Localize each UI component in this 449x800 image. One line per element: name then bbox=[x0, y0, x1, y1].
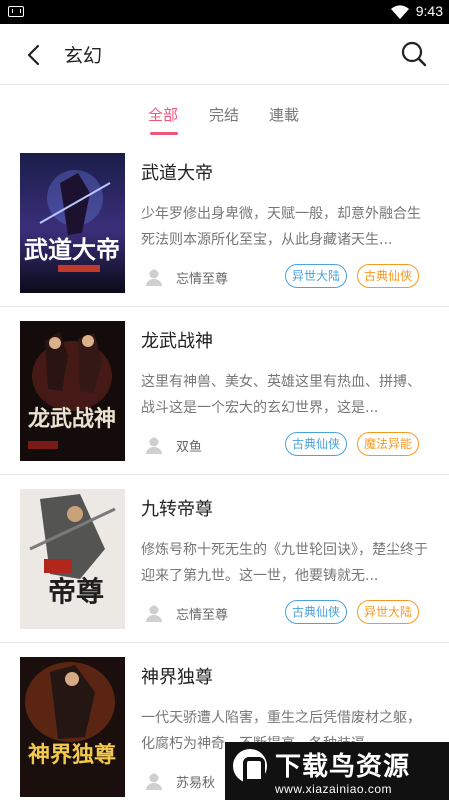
active-tab-indicator bbox=[150, 132, 178, 135]
book-tag[interactable]: 异世大陆 bbox=[357, 600, 420, 624]
cover-title-text: 帝尊 bbox=[48, 575, 104, 608]
author-avatar-icon bbox=[146, 605, 162, 622]
book-title: 龙武战神 bbox=[141, 331, 213, 352]
book-item[interactable]: 武道大帝 武道大帝 少年罗修出身卑微，天赋一般，却意外融合生死法则本源所化至宝，… bbox=[0, 139, 449, 307]
book-title: 九转帝尊 bbox=[141, 499, 213, 520]
wifi-icon bbox=[391, 5, 409, 19]
book-description: 少年罗修出身卑微，天赋一般，却意外融合生死法则本源所化至宝，从此身藏诸天生... bbox=[141, 206, 421, 248]
watermark-logo-icon bbox=[233, 749, 267, 783]
cover-title-text: 武道大帝 bbox=[24, 235, 120, 264]
tab-all[interactable]: 全部 bbox=[148, 104, 178, 125]
book-author: 忘情至尊 bbox=[176, 272, 229, 287]
book-author: 双鱼 bbox=[176, 440, 203, 455]
app-bar: 玄幻 bbox=[0, 24, 449, 85]
search-icon bbox=[401, 41, 427, 67]
status-time: 9:43 bbox=[415, 3, 443, 19]
book-tag[interactable]: 古典仙侠 bbox=[285, 432, 348, 456]
watermark-url: www.xiazainiao.com bbox=[275, 782, 393, 796]
book-tag[interactable]: 异世大陆 bbox=[285, 264, 348, 288]
book-item[interactable]: 龙武战神 龙武战神 这里有神兽、美女、英雄这里有热血、拼搏、战斗这是一个宏大的玄… bbox=[0, 307, 449, 475]
watermark-banner: 下载鸟资源 www.xiazainiao.com bbox=[225, 742, 449, 800]
cover-title-text: 神界独尊 bbox=[28, 742, 116, 768]
book-title: 武道大帝 bbox=[141, 163, 213, 184]
book-description: 修炼号称十死无生的《九世轮回诀》，楚尘终于迎来了第九世。这一世，他要铸就无... bbox=[141, 542, 428, 584]
tab-serializing[interactable]: 連載 bbox=[269, 104, 299, 125]
book-tag[interactable]: 魔法异能 bbox=[357, 432, 420, 456]
author-avatar-icon bbox=[146, 269, 162, 286]
book-cover: 龙武战神 bbox=[20, 321, 125, 461]
watermark-title: 下载鸟资源 bbox=[275, 752, 411, 782]
book-tag[interactable]: 古典仙侠 bbox=[357, 264, 420, 288]
book-cover: 武道大帝 bbox=[20, 153, 125, 293]
cover-title-text: 龙武战神 bbox=[28, 406, 116, 432]
author-avatar-icon bbox=[146, 437, 162, 454]
sim-card-icon bbox=[8, 6, 24, 17]
search-button[interactable] bbox=[399, 39, 429, 69]
book-author: 苏易秋 bbox=[176, 776, 216, 791]
category-tabs: 全部 完结 連載 bbox=[0, 98, 449, 138]
back-arrow-icon bbox=[27, 44, 40, 66]
author-avatar-icon bbox=[146, 773, 162, 790]
page-title: 玄幻 bbox=[64, 45, 103, 67]
back-button[interactable] bbox=[18, 39, 50, 71]
book-author: 忘情至尊 bbox=[176, 608, 229, 623]
book-cover: 神界独尊 bbox=[20, 657, 125, 797]
book-title: 神界独尊 bbox=[141, 667, 213, 688]
status-bar: 9:43 bbox=[0, 0, 449, 24]
book-description: 这里有神兽、美女、英雄这里有热血、拼搏、战斗这是一个宏大的玄幻世界，这是... bbox=[141, 374, 421, 416]
book-cover: 帝尊 bbox=[20, 489, 125, 629]
tab-completed[interactable]: 完结 bbox=[209, 104, 239, 125]
book-item[interactable]: 帝尊 九转帝尊 修炼号称十死无生的《九世轮回诀》，楚尘终于迎来了第九世。这一世，… bbox=[0, 475, 449, 643]
book-tag[interactable]: 古典仙侠 bbox=[285, 600, 348, 624]
